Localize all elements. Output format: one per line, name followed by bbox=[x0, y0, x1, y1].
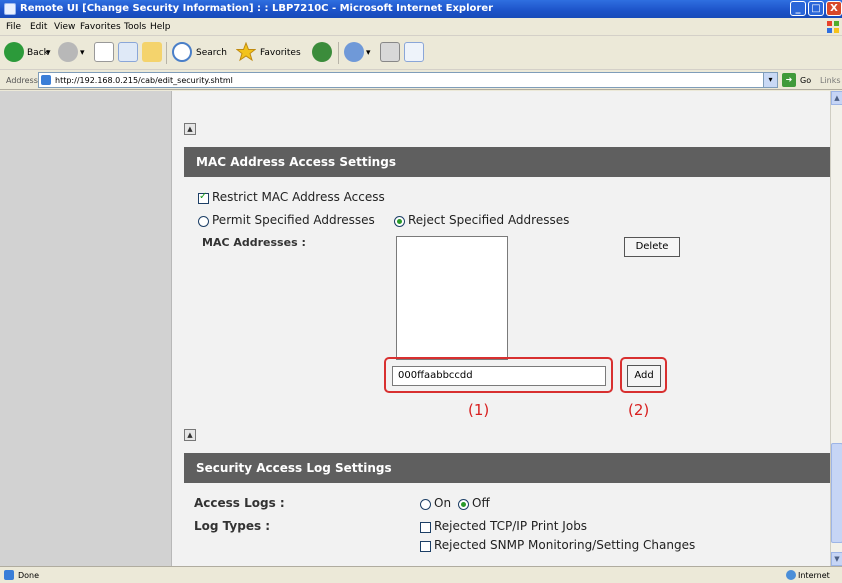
media-button[interactable] bbox=[312, 42, 332, 64]
address-url: http://192.168.0.215/cab/edit_security.s… bbox=[55, 76, 233, 85]
log-section-header: Security Access Log Settings bbox=[184, 453, 830, 483]
menu-view[interactable]: View bbox=[54, 22, 75, 32]
go-button[interactable]: Go bbox=[800, 76, 811, 85]
log-type-tcpip-checkbox[interactable] bbox=[420, 522, 431, 533]
status-text: Done bbox=[18, 571, 40, 580]
security-zone: Internet bbox=[798, 571, 830, 580]
printer-icon bbox=[380, 42, 400, 62]
back-button[interactable]: Back ▾ bbox=[4, 42, 52, 64]
access-logs-off-label: Off bbox=[472, 496, 490, 510]
refresh-icon bbox=[118, 42, 138, 62]
mac-address-input[interactable]: 000ffaabbccdd bbox=[392, 366, 606, 386]
log-type-snmp-checkbox[interactable] bbox=[420, 541, 431, 552]
mac-addresses-label: MAC Addresses : bbox=[202, 236, 306, 249]
restrict-mac-label: Restrict MAC Address Access bbox=[212, 190, 385, 204]
access-logs-off-radio[interactable] bbox=[458, 499, 469, 510]
menu-help[interactable]: Help bbox=[150, 22, 171, 32]
links-button[interactable]: Links bbox=[820, 76, 841, 85]
mac-address-list[interactable] bbox=[396, 236, 508, 360]
window-title: Remote UI [Change Security Information] … bbox=[20, 3, 494, 14]
star-icon bbox=[236, 42, 256, 62]
callout-label-2: (2) bbox=[628, 401, 650, 419]
toolbar-divider bbox=[338, 42, 339, 64]
scroll-up-icon[interactable]: ▲ bbox=[831, 91, 842, 105]
home-button[interactable] bbox=[142, 42, 162, 64]
page-top-arrow-icon[interactable]: ▲ bbox=[184, 123, 196, 135]
menu-file[interactable]: File bbox=[6, 22, 21, 32]
maximize-button[interactable]: □ bbox=[808, 1, 824, 16]
internet-zone-icon bbox=[786, 570, 796, 580]
favorites-button[interactable]: Favorites bbox=[236, 42, 306, 64]
menu-tools[interactable]: Tools bbox=[124, 22, 146, 32]
access-logs-on-label: On bbox=[434, 496, 452, 510]
toolbar-divider bbox=[166, 42, 167, 64]
page-content: ▲ MAC Address Access Settings Restrict M… bbox=[0, 91, 830, 566]
address-input[interactable]: http://192.168.0.215/cab/edit_security.s… bbox=[38, 72, 778, 88]
stop-button[interactable] bbox=[94, 42, 114, 64]
address-label: Address bbox=[6, 76, 38, 85]
home-icon bbox=[142, 42, 162, 62]
page-icon bbox=[41, 75, 51, 85]
log-type-tcpip-label: Rejected TCP/IP Print Jobs bbox=[434, 519, 588, 533]
search-icon bbox=[172, 42, 192, 62]
toolbar: Back ▾ ▾ Search Favorites ▾ bbox=[0, 36, 842, 70]
windows-logo-icon bbox=[827, 21, 839, 33]
media-icon bbox=[312, 42, 332, 62]
page-status-icon bbox=[4, 570, 14, 580]
reject-addresses-label: Reject Specified Addresses bbox=[408, 213, 570, 227]
callout-label-1: (1) bbox=[468, 401, 490, 419]
restrict-mac-checkbox[interactable] bbox=[198, 191, 209, 204]
stop-icon bbox=[94, 42, 114, 62]
forward-arrow-icon bbox=[58, 42, 78, 62]
ie-page-icon bbox=[4, 3, 16, 15]
sidebar bbox=[0, 91, 172, 566]
delete-button[interactable]: Delete bbox=[624, 237, 680, 257]
section-top-arrow-icon[interactable]: ▲ bbox=[184, 429, 196, 441]
menu-bar: File Edit View Favorites Tools Help bbox=[0, 18, 842, 36]
edit-page-icon bbox=[404, 42, 424, 62]
permit-addresses-label: Permit Specified Addresses bbox=[212, 213, 375, 227]
log-types-label: Log Types : bbox=[194, 519, 271, 533]
menu-edit[interactable]: Edit bbox=[30, 22, 47, 32]
permit-addresses-radio[interactable] bbox=[198, 216, 209, 227]
refresh-button[interactable] bbox=[118, 42, 138, 64]
history-button[interactable]: ▾ bbox=[344, 42, 376, 64]
print-button[interactable] bbox=[380, 42, 400, 64]
access-logs-on-radio[interactable] bbox=[420, 499, 431, 510]
mac-section-header: MAC Address Access Settings bbox=[184, 147, 830, 177]
window-title-bar: Remote UI [Change Security Information] … bbox=[0, 0, 842, 18]
scroll-thumb[interactable] bbox=[831, 443, 842, 543]
vertical-scrollbar[interactable]: ▲ ▼ bbox=[830, 91, 842, 566]
address-dropdown-icon[interactable]: ▾ bbox=[763, 73, 777, 87]
main-panel: ▲ MAC Address Access Settings Restrict M… bbox=[172, 91, 830, 566]
address-bar: Address http://192.168.0.215/cab/edit_se… bbox=[0, 70, 842, 90]
log-type-snmp-label: Rejected SNMP Monitoring/Setting Changes bbox=[434, 538, 696, 552]
close-button[interactable]: X bbox=[826, 1, 842, 16]
reject-addresses-radio[interactable] bbox=[394, 216, 405, 227]
status-bar: Done Internet bbox=[0, 566, 842, 583]
edit-page-button[interactable] bbox=[404, 42, 424, 64]
scroll-down-icon[interactable]: ▼ bbox=[831, 552, 842, 566]
access-logs-label: Access Logs : bbox=[194, 496, 285, 510]
menu-favorites[interactable]: Favorites bbox=[80, 22, 121, 32]
search-button[interactable]: Search bbox=[172, 42, 230, 64]
add-button[interactable]: Add bbox=[627, 365, 661, 387]
forward-button[interactable]: ▾ bbox=[58, 42, 85, 64]
go-arrow-icon[interactable]: ➜ bbox=[782, 73, 796, 87]
minimize-button[interactable]: _ bbox=[790, 1, 806, 16]
history-icon bbox=[344, 42, 364, 62]
back-arrow-icon bbox=[4, 42, 24, 62]
